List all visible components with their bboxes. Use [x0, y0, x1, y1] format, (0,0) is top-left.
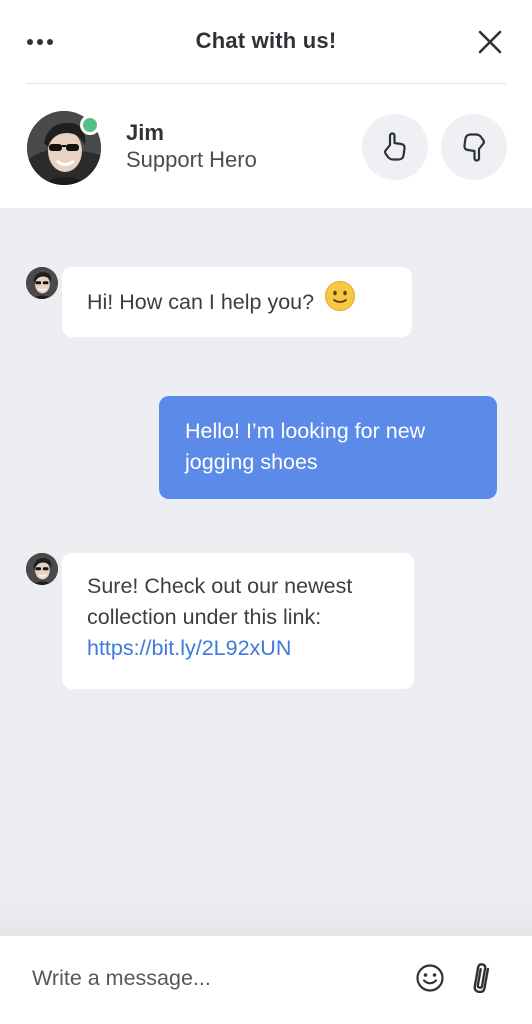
message-text: Sure! Check out our newest	[87, 574, 353, 598]
message-input[interactable]	[20, 958, 390, 998]
message-text: Hello! I’m looking for new jogging shoes	[185, 419, 426, 474]
agent-role: Support Hero	[126, 147, 257, 172]
message-list[interactable]: Hi! How can I help you? Hello! I’m looki…	[0, 208, 532, 935]
attach-file-button[interactable]	[466, 962, 498, 994]
chat-widget: Chat with us! Jim Support Hero Hi! How c…	[0, 0, 532, 1024]
agent-message: Hi! How can I help you?	[62, 267, 412, 337]
user-message: Hello! I’m looking for new jogging shoes	[159, 396, 497, 499]
rate-positive-button[interactable]	[362, 114, 428, 180]
online-status-indicator	[80, 115, 100, 135]
smiley-icon	[416, 964, 444, 992]
agent-message-avatar	[26, 267, 58, 299]
close-button[interactable]	[476, 28, 504, 56]
emoji-button[interactable]	[414, 962, 446, 994]
agent-panel: Jim Support Hero	[0, 84, 532, 208]
message-text: collection under this link:	[87, 605, 322, 629]
paperclip-icon	[473, 963, 490, 993]
scroll-fade	[0, 895, 532, 935]
agent-message: Sure! Check out our newest collection un…	[62, 553, 414, 689]
thumbs-down-icon	[463, 133, 485, 162]
chat-header: Chat with us!	[0, 0, 532, 84]
message-link[interactable]: https://bit.ly/2L92xUN	[87, 633, 400, 664]
thumbs-up-icon	[384, 132, 406, 161]
agent-message-avatar	[26, 553, 58, 585]
agent-name: Jim	[126, 120, 164, 145]
message-text: Hi! How can I help you?	[87, 290, 315, 315]
close-icon	[478, 30, 502, 54]
rate-negative-button[interactable]	[441, 114, 507, 180]
chat-title: Chat with us!	[195, 28, 337, 53]
slightly-smiling-face-icon	[324, 280, 356, 321]
message-composer	[0, 935, 532, 1024]
